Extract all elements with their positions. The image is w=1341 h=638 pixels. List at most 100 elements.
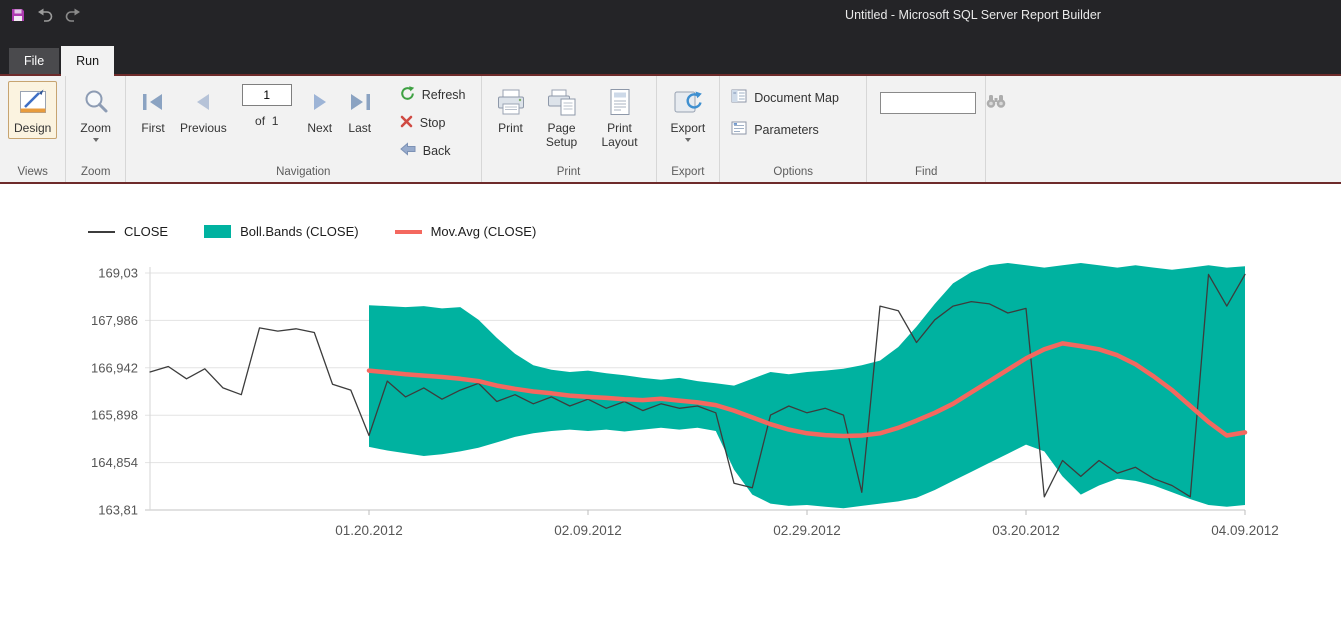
next-page-icon [307, 86, 333, 118]
svg-text:02.29.2012: 02.29.2012 [773, 523, 841, 538]
first-page-icon [140, 86, 166, 118]
design-button[interactable]: Design [8, 81, 58, 140]
group-label-find: Find [915, 166, 938, 178]
next-page-label: Next [307, 121, 333, 135]
previous-page-label: Previous [180, 121, 227, 135]
parameters-icon [731, 120, 747, 139]
group-label-print: Print [556, 166, 581, 178]
redo-icon[interactable] [61, 5, 83, 25]
stop-icon [400, 115, 413, 131]
export-button-label: Export [670, 121, 706, 135]
document-map-button[interactable]: Document Map [727, 87, 843, 108]
print-label: Print [498, 121, 523, 135]
export-button[interactable]: Export [665, 81, 712, 146]
group-label-export: Export [671, 166, 705, 178]
undo-icon[interactable] [34, 5, 56, 25]
ribbon: Design Views Zoom Zoom First Previous 1 … [0, 76, 1341, 182]
page-setup-button[interactable]: Page Setup [534, 81, 590, 153]
ribbon-group-navigation: First Previous of 1 Next [126, 76, 482, 182]
design-button-label: Design [14, 121, 52, 135]
svg-text:04.09.2012: 04.09.2012 [1211, 523, 1279, 538]
refresh-button[interactable]: Refresh [396, 85, 470, 105]
print-button[interactable]: Print [490, 81, 532, 139]
parameters-label: Parameters [754, 122, 819, 137]
refresh-icon [400, 86, 415, 104]
svg-text:02.09.2012: 02.09.2012 [554, 523, 622, 538]
navigation-small-buttons: Refresh Stop Back [396, 85, 470, 160]
legend-item-bollbands: Boll.Bands (CLOSE) [204, 224, 359, 239]
previous-page-icon [190, 86, 216, 118]
ribbon-filler [986, 76, 1341, 182]
stop-label: Stop [419, 116, 446, 130]
page-count-label: of 1 [255, 114, 279, 128]
zoom-icon [82, 86, 110, 118]
first-page-button[interactable]: First [134, 81, 172, 139]
tab-run[interactable]: Run [61, 46, 115, 76]
stop-button[interactable]: Stop [396, 114, 470, 132]
ribbon-accent-divider [0, 182, 1341, 184]
first-page-label: First [141, 121, 165, 135]
chevron-down-icon [92, 138, 99, 143]
page-setup-label: Page Setup [545, 121, 578, 150]
last-page-button[interactable]: Last [341, 81, 379, 139]
design-icon [18, 86, 48, 118]
legend-line-marker [88, 230, 115, 233]
legend-area-marker [204, 225, 232, 238]
window-title: Untitled - Microsoft SQL Server Report B… [845, 8, 1101, 22]
parameters-button[interactable]: Parameters [727, 119, 843, 140]
legend-item-movavg: Mov.Avg (CLOSE) [394, 224, 537, 239]
next-page-button[interactable]: Next [301, 81, 339, 139]
save-icon[interactable] [7, 5, 29, 25]
back-label: Back [422, 143, 451, 158]
svg-text:167,986: 167,986 [91, 313, 138, 328]
legend-label-close: CLOSE [124, 224, 169, 239]
chevron-down-icon [684, 138, 691, 143]
group-label-zoom: Zoom [81, 166, 111, 178]
previous-page-button[interactable]: Previous [174, 81, 233, 139]
svg-text:03.20.2012: 03.20.2012 [992, 523, 1060, 538]
titlebar: Untitled - Microsoft SQL Server Report B… [0, 0, 1341, 30]
page-number-input[interactable] [241, 84, 292, 106]
document-map-label: Document Map [754, 90, 839, 105]
legend-label-movavg: Mov.Avg (CLOSE) [430, 224, 537, 239]
group-label-options: Options [773, 166, 814, 178]
refresh-label: Refresh [421, 88, 466, 102]
chart-legend: CLOSE Boll.Bands (CLOSE) Mov.Avg (CLOSE) [88, 224, 1341, 239]
svg-text:165,898: 165,898 [91, 408, 138, 423]
last-page-label: Last [348, 121, 372, 135]
legend-thickline-marker [394, 229, 422, 234]
find-input[interactable] [880, 92, 977, 114]
svg-text:163,81: 163,81 [98, 503, 138, 518]
back-button[interactable]: Back [396, 141, 470, 160]
print-layout-button[interactable]: Print Layout [592, 81, 648, 153]
report-canvas: CLOSE Boll.Bands (CLOSE) Mov.Avg (CLOSE)… [0, 224, 1341, 638]
zoom-button[interactable]: Zoom [74, 81, 117, 146]
print-layout-label: Print Layout [601, 121, 638, 150]
back-icon [399, 142, 416, 159]
ribbon-group-export: Export Export [657, 76, 721, 182]
zoom-button-label: Zoom [80, 121, 112, 135]
page-navigation-fields: of 1 [241, 84, 292, 128]
print-layout-icon [608, 86, 632, 118]
group-label-navigation: Navigation [276, 166, 331, 178]
group-label-views: Views [17, 166, 48, 178]
svg-text:01.20.2012: 01.20.2012 [335, 523, 403, 538]
tab-strip: File Run [0, 30, 1341, 76]
quick-access-toolbar [0, 5, 83, 25]
last-page-icon [347, 86, 373, 118]
legend-item-close: CLOSE [88, 224, 168, 239]
export-icon [673, 86, 703, 118]
print-icon [496, 86, 526, 118]
ribbon-group-options: Document Map Parameters Options [720, 76, 868, 182]
report-builder-window: Untitled - Microsoft SQL Server Report B… [0, 0, 1341, 638]
ribbon-group-zoom: Zoom Zoom [66, 76, 127, 182]
svg-text:169,03: 169,03 [98, 266, 138, 281]
ribbon-group-views: Design Views [0, 76, 67, 182]
document-map-icon [731, 88, 747, 107]
ribbon-group-print: Print Page Setup Print Layout Print [482, 76, 657, 182]
svg-text:164,854: 164,854 [91, 455, 138, 470]
svg-text:166,942: 166,942 [91, 360, 138, 375]
tab-file[interactable]: File [9, 48, 60, 74]
stock-chart: 169,03 167,986 166,942 165,898 164,854 163,81… [91, 263, 1279, 538]
legend-label-bollbands: Boll.Bands (CLOSE) [240, 224, 359, 239]
